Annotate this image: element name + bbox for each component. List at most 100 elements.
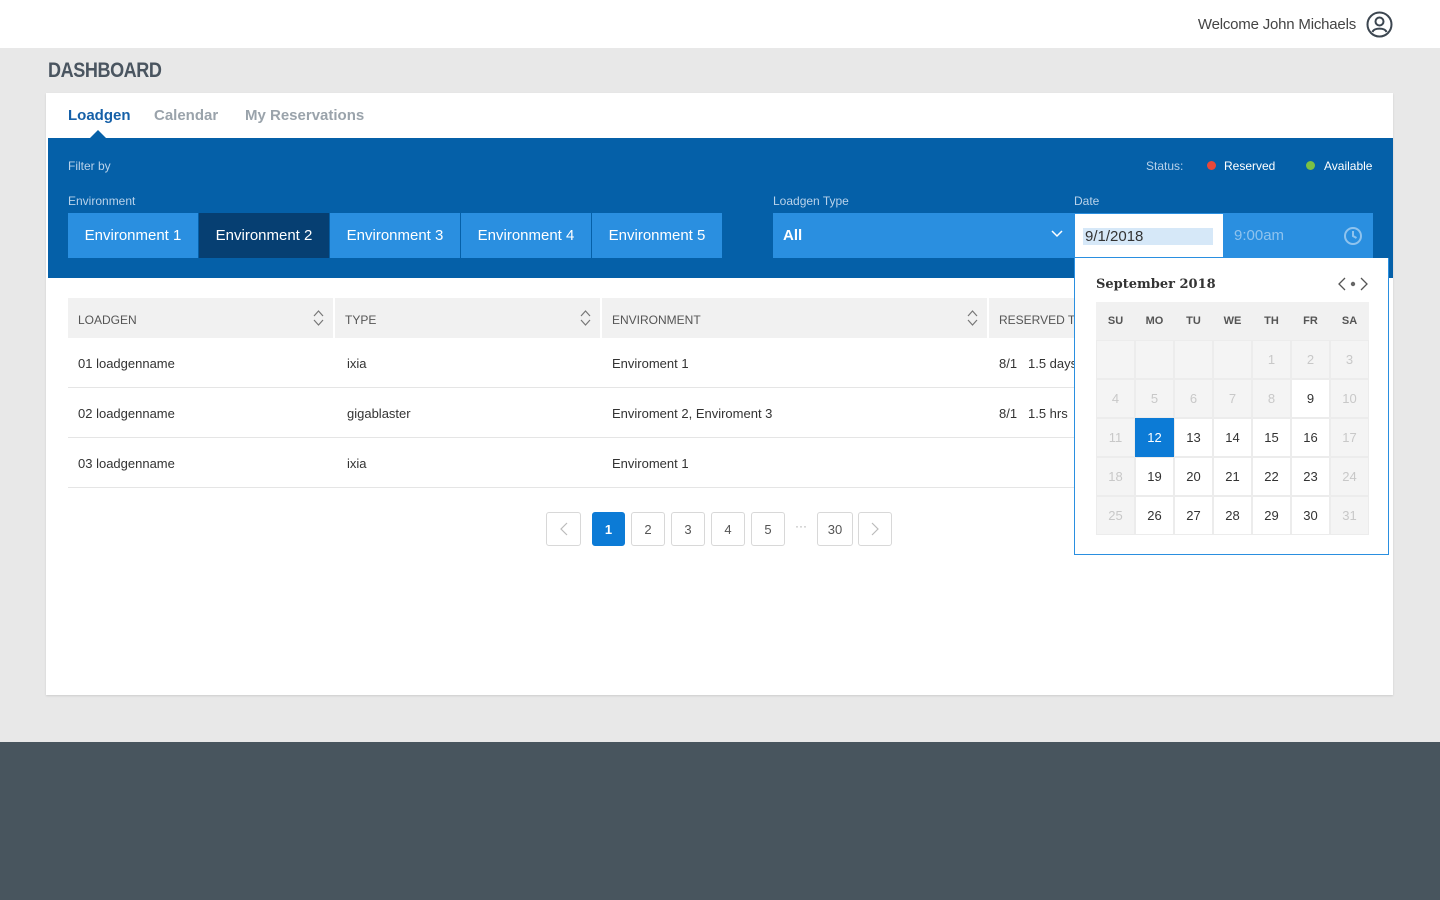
page-button-3[interactable]: 3 (671, 512, 705, 546)
calendar-day-30[interactable]: 30 (1291, 496, 1330, 535)
cell-environment: Enviroment 1 (612, 356, 689, 371)
next-page-button[interactable] (858, 512, 892, 546)
tab-loadgen[interactable]: Loadgen (68, 107, 131, 124)
environment-button-5[interactable]: Environment 5 (592, 213, 722, 258)
loadgen-type-label: Loadgen Type (773, 194, 849, 208)
prev-month-icon[interactable] (1338, 277, 1346, 291)
calendar-day-27[interactable]: 27 (1174, 496, 1213, 535)
environment-label: Environment (68, 194, 136, 208)
prev-page-button[interactable] (546, 512, 581, 546)
calendar-day-17[interactable]: 17 (1330, 418, 1369, 457)
column-header-type[interactable]: TYPE (335, 298, 600, 338)
calendar-day-31[interactable]: 31 (1330, 496, 1369, 535)
environment-button-2[interactable]: Environment 2 (199, 213, 329, 258)
calendar-day-24[interactable]: 24 (1330, 457, 1369, 496)
time-value: 9:00am (1234, 227, 1285, 244)
cell-reserved-duration: 1.5 days (1028, 356, 1078, 371)
calendar-nav (1338, 277, 1368, 291)
status-available: Available (1324, 159, 1373, 173)
active-tab-indicator (90, 130, 106, 138)
cell-environment: Enviroment 2, Enviroment 3 (612, 406, 773, 421)
calendar-day-11[interactable]: 11 (1096, 418, 1135, 457)
calendar-day-9[interactable]: 9 (1291, 379, 1330, 418)
status-reserved: Reserved (1224, 159, 1276, 173)
cell-type: ixia (347, 356, 367, 371)
date-value: 9/1/2018 (1083, 228, 1213, 245)
environment-button-4[interactable]: Environment 4 (461, 213, 591, 258)
sort-icon (580, 310, 591, 326)
calendar-day-18[interactable]: 18 (1096, 457, 1135, 496)
tab-calendar[interactable]: Calendar (154, 107, 218, 124)
available-dot-icon (1306, 161, 1315, 170)
clock-icon[interactable] (1343, 226, 1363, 246)
filter-bar: Filter by Status: Reserved Available Env… (48, 138, 1393, 278)
cell-loadgen: 01 loadgenname (78, 356, 175, 371)
calendar-day-29[interactable]: 29 (1252, 496, 1291, 535)
next-month-icon[interactable] (1360, 277, 1368, 291)
date-input[interactable]: 9/1/2018 (1074, 213, 1224, 258)
calendar-day-4[interactable]: 4 (1096, 379, 1135, 418)
calendar-empty-cell (1135, 340, 1174, 379)
page-title: DASHBOARD (48, 59, 162, 82)
calendar-day-16[interactable]: 16 (1291, 418, 1330, 457)
calendar-day-2[interactable]: 2 (1291, 340, 1330, 379)
calendar-day-19[interactable]: 19 (1135, 457, 1174, 496)
calendar-day-8[interactable]: 8 (1252, 379, 1291, 418)
calendar-day-13[interactable]: 13 (1174, 418, 1213, 457)
user-avatar-icon[interactable] (1366, 11, 1393, 38)
column-header-environment[interactable]: ENVIRONMENT (602, 298, 987, 338)
page-button-1[interactable]: 1 (592, 512, 625, 546)
calendar-day-25[interactable]: 25 (1096, 496, 1135, 535)
weekday-header: FR (1291, 302, 1330, 340)
environment-button-1[interactable]: Environment 1 (68, 213, 198, 258)
cell-environment: Enviroment 1 (612, 456, 689, 471)
cell-reserved-date: 8/1 (999, 356, 1018, 371)
time-input[interactable]: 9:00am (1224, 213, 1373, 258)
page-button-2[interactable]: 2 (631, 512, 665, 546)
tab-my-reservations[interactable]: My Reservations (245, 107, 364, 124)
calendar-day-7[interactable]: 7 (1213, 379, 1252, 418)
calendar-day-23[interactable]: 23 (1291, 457, 1330, 496)
table-row[interactable]: 01 loadgenname ixia Enviroment 1 8/1 1.5… (68, 338, 1168, 388)
calendar-day-1[interactable]: 1 (1252, 340, 1291, 379)
calendar-day-20[interactable]: 20 (1174, 457, 1213, 496)
page-button-last[interactable]: 30 (817, 512, 853, 546)
calendar-day-12[interactable]: 12 (1135, 418, 1174, 457)
table-row[interactable]: 02 loadgenname gigablaster Enviroment 2,… (68, 388, 1168, 438)
date-label: Date (1074, 194, 1100, 208)
status-label: Status: (1146, 159, 1184, 173)
reserved-dot-icon (1207, 161, 1216, 170)
column-header-loadgen[interactable]: LOADGEN (68, 298, 333, 338)
calendar-day-28[interactable]: 28 (1213, 496, 1252, 535)
calendar-day-21[interactable]: 21 (1213, 457, 1252, 496)
cell-type: ixia (347, 456, 367, 471)
table-row[interactable]: 03 loadgenname ixia Enviroment 1 (68, 438, 1168, 488)
calendar-day-14[interactable]: 14 (1213, 418, 1252, 457)
calendar-day-26[interactable]: 26 (1135, 496, 1174, 535)
filter-title: Filter by (68, 159, 111, 173)
loadgen-type-value: All (783, 227, 803, 244)
today-dot-icon[interactable] (1350, 281, 1356, 287)
weekday-header: MO (1135, 302, 1174, 340)
cell-loadgen: 02 loadgenname (78, 406, 175, 421)
weekday-header: SU (1096, 302, 1135, 340)
calendar-day-5[interactable]: 5 (1135, 379, 1174, 418)
page-button-5[interactable]: 5 (751, 512, 785, 546)
chevron-right-icon (871, 522, 879, 536)
calendar-day-6[interactable]: 6 (1174, 379, 1213, 418)
sort-icon (313, 310, 324, 326)
page-button-4[interactable]: 4 (711, 512, 745, 546)
cell-loadgen: 03 loadgenname (78, 456, 175, 471)
environment-button-3[interactable]: Environment 3 (330, 213, 460, 258)
calendar-day-22[interactable]: 22 (1252, 457, 1291, 496)
calendar-day-15[interactable]: 15 (1252, 418, 1291, 457)
calendar-day-10[interactable]: 10 (1330, 379, 1369, 418)
weekday-header: TU (1174, 302, 1213, 340)
calendar-month-title: September 2018 (1096, 277, 1216, 292)
pagination-ellipsis: ··· (795, 519, 807, 533)
loadgen-type-select[interactable]: All (773, 213, 1075, 258)
top-bar: Welcome John Michaels (0, 0, 1440, 48)
cell-type: gigablaster (347, 406, 411, 421)
calendar-day-3[interactable]: 3 (1330, 340, 1369, 379)
weekday-header: SA (1330, 302, 1369, 340)
